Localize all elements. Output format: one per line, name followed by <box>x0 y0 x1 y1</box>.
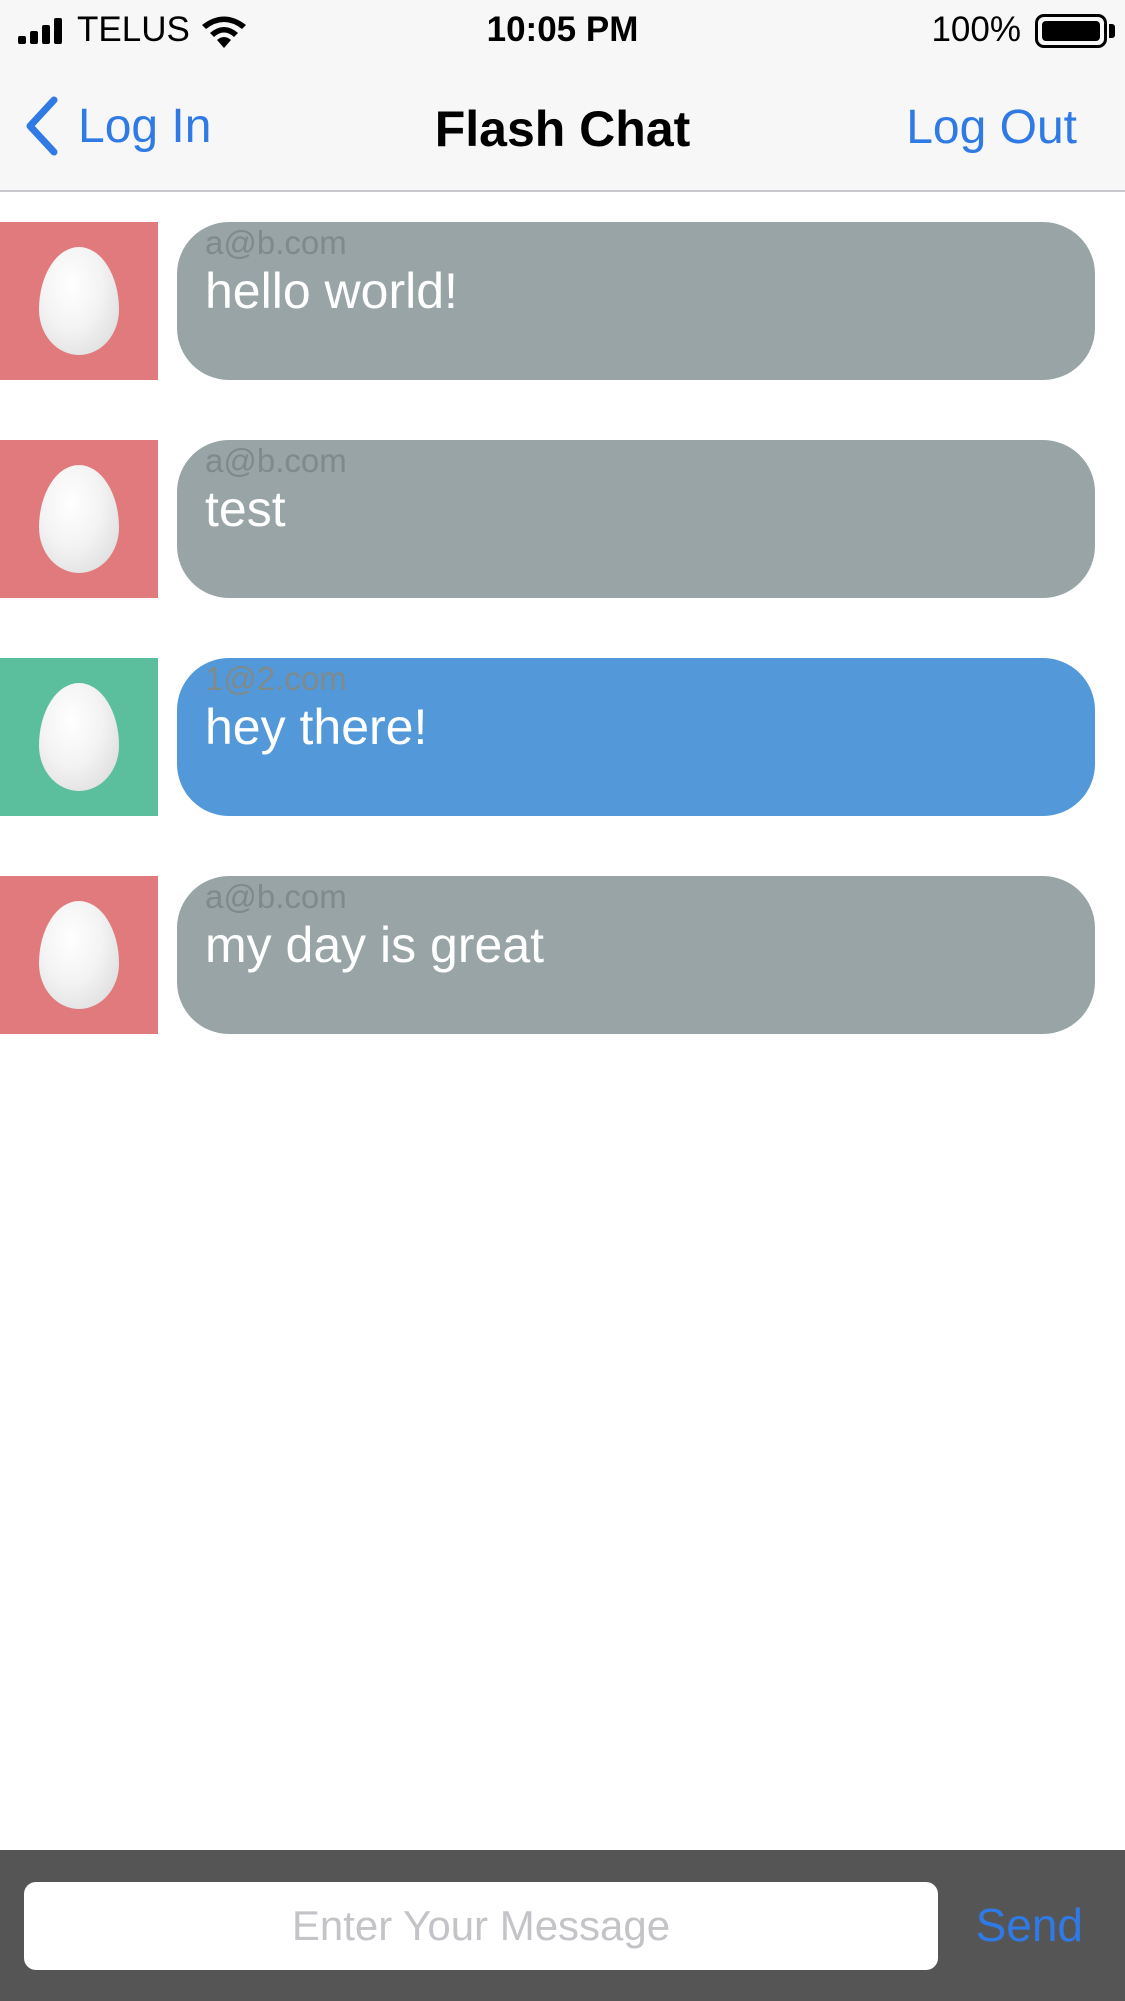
message-sender: a@b.com <box>205 878 347 915</box>
message-row: a@b.com my day is great <box>0 876 1125 1034</box>
message-bubble: 1@2.com hey there! <box>177 658 1095 816</box>
message-list[interactable]: a@b.com hello world! a@b.com test 1@2.co… <box>0 222 1125 1094</box>
message-row: 1@2.com hey there! <box>0 658 1125 816</box>
battery-icon <box>1035 14 1107 48</box>
avatar <box>0 440 158 598</box>
message-bubble: a@b.com hello world! <box>177 222 1095 380</box>
battery-percentage: 100% <box>931 10 1021 49</box>
message-sender: 1@2.com <box>205 660 347 697</box>
message-input[interactable] <box>24 1882 938 1970</box>
message-sender: a@b.com <box>205 224 347 261</box>
send-button[interactable]: Send <box>976 1898 1083 1952</box>
battery-cap-icon <box>1109 24 1115 38</box>
message-row: a@b.com test <box>0 440 1125 598</box>
egg-avatar-icon <box>39 465 119 573</box>
egg-avatar-icon <box>39 683 119 791</box>
message-sender: a@b.com <box>205 442 347 479</box>
message-body: hello world! <box>205 263 458 319</box>
message-composer: Send <box>0 1850 1125 2001</box>
message-bubble: a@b.com test <box>177 440 1095 598</box>
avatar <box>0 222 158 380</box>
egg-avatar-icon <box>39 901 119 1009</box>
avatar <box>0 876 158 1034</box>
status-bar: TELUS 10:05 PM 100% <box>0 0 1125 62</box>
message-body: my day is great <box>205 917 545 973</box>
message-bubble: a@b.com my day is great <box>177 876 1095 1034</box>
message-body: hey there! <box>205 699 428 755</box>
message-body: test <box>205 481 286 537</box>
log-out-button[interactable]: Log Out <box>906 100 1077 155</box>
egg-avatar-icon <box>39 247 119 355</box>
message-row: a@b.com hello world! <box>0 222 1125 380</box>
avatar <box>0 658 158 816</box>
navigation-bar: Log In Flash Chat Log Out <box>0 62 1125 192</box>
